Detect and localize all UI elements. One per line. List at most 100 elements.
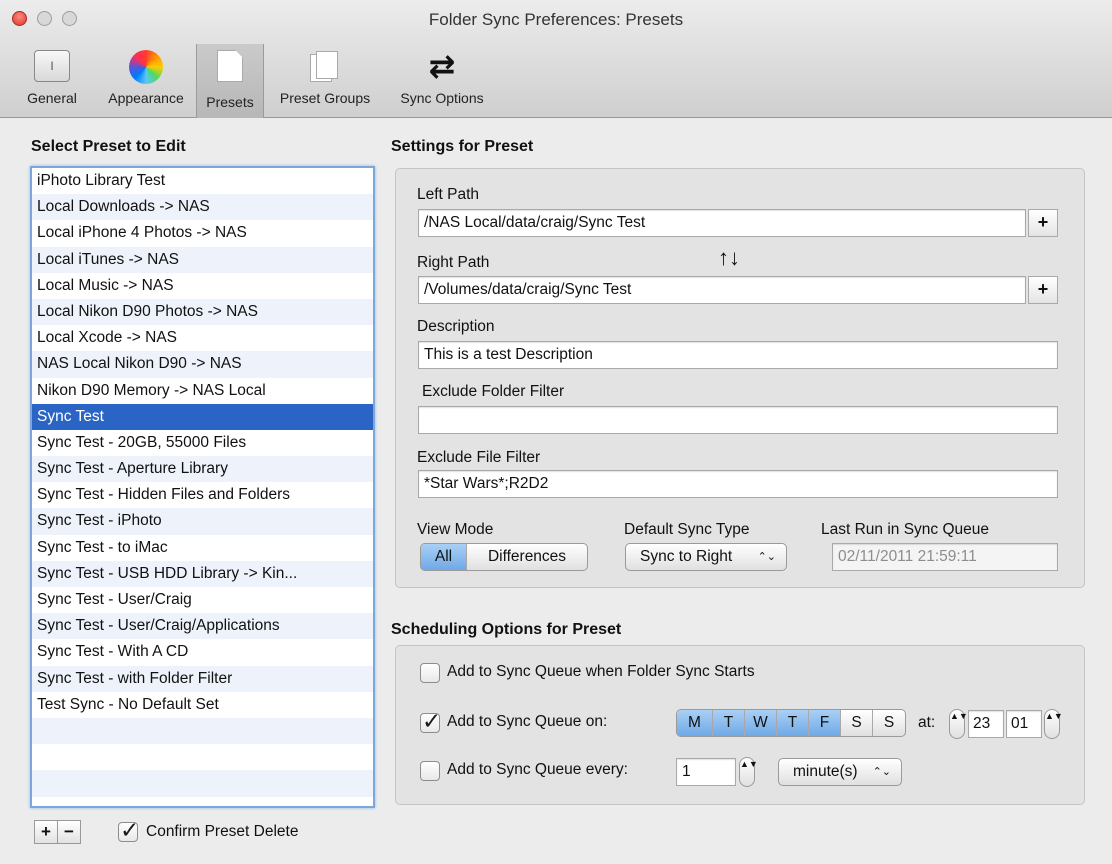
popup-arrows-icon: ⌃⌄: [757, 551, 776, 563]
preset-list[interactable]: iPhoto Library Test Local Downloads -> NA…: [30, 166, 375, 808]
preset-list-item[interactable]: Sync Test - USB HDD Library -> Kin...: [32, 560, 373, 587]
preset-list-item[interactable]: Sync Test - User/Craig/Applications: [32, 613, 373, 640]
preset-list-item[interactable]: Sync Test - 20GB, 55000 Files: [32, 430, 373, 456]
exclude-folder-field[interactable]: [418, 406, 1058, 434]
last-run-label: Last Run in Sync Queue: [821, 521, 990, 538]
preset-list-item[interactable]: Local iTunes -> NAS: [32, 246, 373, 273]
day-toggle[interactable]: S: [841, 710, 873, 736]
checkmark-icon: ✓: [120, 817, 140, 843]
preset-list-item[interactable]: Local Nikon D90 Photos -> NAS: [32, 298, 373, 326]
day-toggle[interactable]: M: [677, 710, 713, 736]
add-preset-button[interactable]: +: [34, 820, 58, 844]
exclude-file-field[interactable]: *Star Wars*;R2D2: [418, 470, 1058, 498]
right-path-add-button[interactable]: +: [1028, 276, 1058, 304]
hour-field[interactable]: 23: [968, 710, 1004, 738]
preset-list-item[interactable]: Local Downloads -> NAS: [32, 194, 373, 221]
preset-list-empty-row: [32, 717, 373, 745]
left-path-field[interactable]: /NAS Local/data/craig/Sync Test: [418, 209, 1026, 237]
popup-arrows-icon: ⌃⌄: [872, 766, 891, 778]
settings-group: Left Path /NAS Local/data/craig/Sync Tes…: [395, 168, 1085, 588]
toolbar-appearance[interactable]: Appearance: [96, 44, 196, 114]
minute-field[interactable]: 01: [1006, 710, 1042, 738]
preset-list-item[interactable]: NAS Local Nikon D90 -> NAS: [32, 351, 373, 378]
exclude-folder-label: Exclude Folder Filter: [422, 383, 565, 400]
minute-stepper[interactable]: ▲▼: [1044, 709, 1063, 739]
right-path-field[interactable]: /Volumes/data/craig/Sync Test: [418, 276, 1026, 304]
window-titlebar: Folder Sync Preferences: Presets I Gener…: [0, 0, 1112, 118]
toolbar-sync-options[interactable]: ⇄ Sync Options: [386, 44, 498, 114]
hour-stepper[interactable]: ▲▼: [949, 709, 968, 739]
day-toggle[interactable]: T: [713, 710, 745, 736]
preset-list-item[interactable]: Sync Test: [32, 403, 373, 430]
view-mode-label: View Mode: [417, 521, 494, 538]
every-checkbox[interactable]: [420, 761, 440, 781]
left-path-add-button[interactable]: +: [1028, 209, 1058, 237]
preset-list-item[interactable]: Nikon D90 Memory -> NAS Local: [32, 378, 373, 404]
exclude-file-label: Exclude File Filter: [417, 449, 541, 466]
view-mode-differences[interactable]: Differences: [467, 544, 587, 570]
last-run-field: 02/11/2011 21:59:11: [832, 543, 1058, 571]
day-toggle[interactable]: S: [873, 710, 905, 736]
day-toggle[interactable]: T: [777, 710, 809, 736]
right-path-label: Right Path: [417, 254, 490, 271]
toolbar-presets-label: Presets: [206, 94, 254, 110]
every-label: Add to Sync Queue every:: [447, 761, 628, 778]
preset-list-item[interactable]: Sync Test - User/Craig: [32, 587, 373, 613]
toolbar-general-label: General: [27, 90, 77, 106]
preset-list-empty-row: [32, 770, 373, 797]
settings-section-title: Settings for Preset: [391, 138, 534, 155]
default-sync-label: Default Sync Type: [624, 521, 750, 538]
checkmark-icon: ✓: [422, 708, 442, 734]
left-path-label: Left Path: [417, 186, 480, 203]
description-field[interactable]: This is a test Description: [418, 341, 1058, 369]
confirm-delete-checkbox[interactable]: ✓: [118, 817, 139, 843]
days-segmented[interactable]: MTWTFSS: [676, 709, 906, 737]
confirm-delete-label: Confirm Preset Delete: [146, 823, 299, 840]
swap-paths-icon[interactable]: ↑↓: [718, 245, 740, 271]
preset-list-item[interactable]: Sync Test - Hidden Files and Folders: [32, 482, 373, 508]
on-days-label: Add to Sync Queue on:: [447, 713, 608, 730]
preset-list-item[interactable]: Local Xcode -> NAS: [32, 325, 373, 351]
toolbar-sync-options-label: Sync Options: [400, 90, 484, 106]
color-wheel-icon: [129, 50, 163, 84]
on-start-checkbox[interactable]: [420, 663, 440, 683]
remove-preset-button[interactable]: −: [57, 820, 81, 844]
scheduling-section-title: Scheduling Options for Preset: [391, 621, 622, 638]
every-unit-popup[interactable]: minute(s) ⌃⌄: [778, 758, 902, 786]
toolbar-general[interactable]: I General: [8, 44, 96, 114]
toolbar-preset-groups[interactable]: Preset Groups: [266, 44, 384, 114]
preset-list-item[interactable]: iPhoto Library Test: [32, 168, 373, 194]
default-sync-popup[interactable]: Sync to Right ⌃⌄: [625, 543, 787, 571]
toolbar-preset-groups-label: Preset Groups: [279, 90, 371, 106]
switch-icon: I: [34, 50, 70, 82]
view-mode-all[interactable]: All: [421, 544, 467, 570]
preset-list-item[interactable]: Sync Test - with Folder Filter: [32, 665, 373, 692]
preset-list-item[interactable]: Sync Test - iPhoto: [32, 508, 373, 535]
on-days-checkbox[interactable]: ✓: [420, 708, 441, 734]
preset-list-empty-row: [32, 744, 373, 770]
preset-list-item[interactable]: Local iPhone 4 Photos -> NAS: [32, 220, 373, 246]
every-value-field[interactable]: 1: [676, 758, 736, 786]
day-toggle[interactable]: W: [745, 710, 777, 736]
preset-list-item[interactable]: Sync Test - to iMac: [32, 535, 373, 561]
at-label: at:: [918, 714, 936, 731]
presets-section-title: Select Preset to Edit: [31, 138, 186, 155]
on-start-label: Add to Sync Queue when Folder Sync Start…: [447, 663, 755, 680]
every-value-stepper[interactable]: ▲▼: [739, 757, 758, 787]
sync-arrows-icon: ⇄: [428, 48, 456, 84]
every-unit-value: minute(s): [793, 763, 858, 780]
default-sync-value: Sync to Right: [640, 548, 733, 565]
documents-icon: [308, 50, 342, 84]
scheduling-group: Add to Sync Queue when Folder Sync Start…: [395, 645, 1085, 805]
preset-list-item[interactable]: Sync Test - With A CD: [32, 639, 373, 665]
preset-list-item[interactable]: Local Music -> NAS: [32, 273, 373, 299]
day-toggle[interactable]: F: [809, 710, 841, 736]
view-mode-segmented[interactable]: All Differences: [420, 543, 588, 571]
toolbar-presets[interactable]: Presets: [196, 44, 264, 118]
preset-list-item[interactable]: Sync Test - Aperture Library: [32, 456, 373, 483]
document-icon: [217, 50, 243, 82]
description-label: Description: [417, 318, 495, 335]
preset-list-item[interactable]: Test Sync - No Default Set: [32, 692, 373, 718]
window-title: Folder Sync Preferences: Presets: [428, 10, 684, 29]
toolbar-appearance-label: Appearance: [108, 90, 184, 106]
